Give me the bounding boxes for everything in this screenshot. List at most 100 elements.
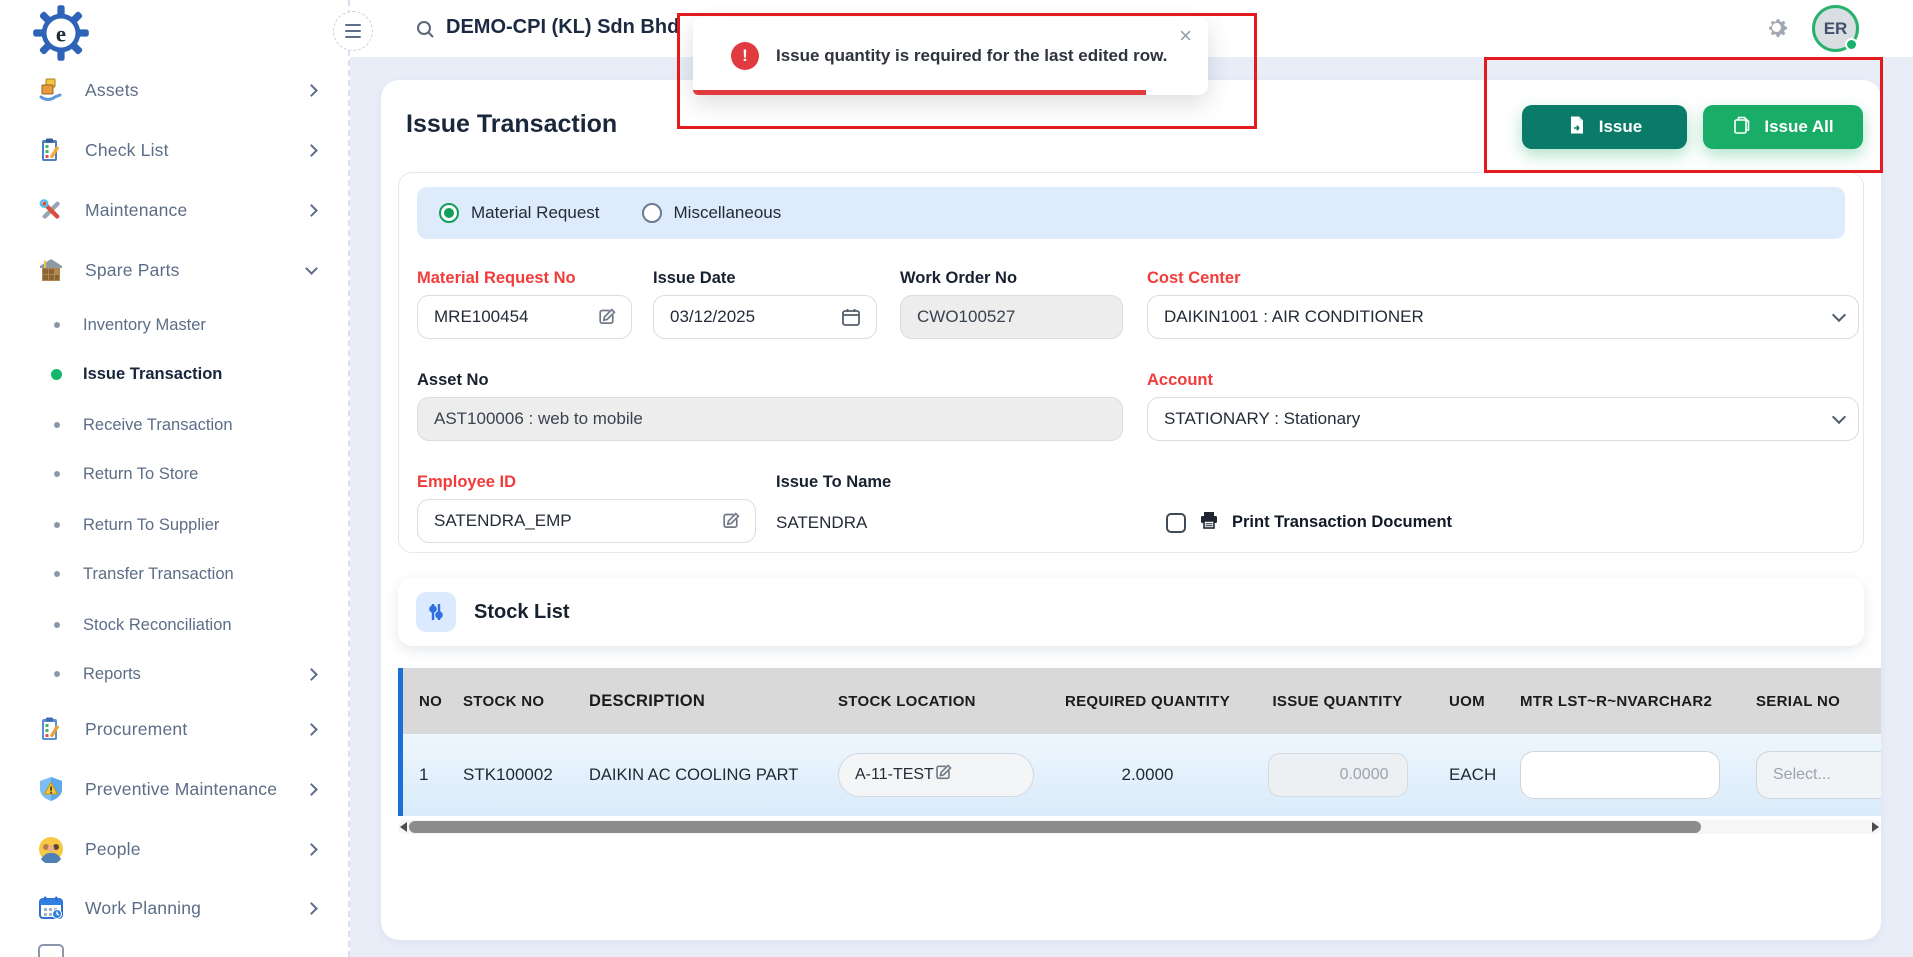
col-issue-quantity: ISSUE QUANTITY [1250, 668, 1425, 734]
active-dot-icon [51, 369, 62, 380]
sidebar-item-procurement[interactable]: Procurement [0, 709, 350, 749]
cell-stock-no: STK100002 [455, 734, 575, 816]
print-transaction-checkbox-row[interactable]: Print Transaction Document [1166, 509, 1452, 536]
sidebar: e Assets [0, 0, 350, 957]
col-uom: UOM [1425, 668, 1500, 734]
serial-no-select[interactable]: Select... [1756, 751, 1881, 799]
bullet-icon [54, 522, 60, 528]
account-select[interactable]: STATIONARY : Stationary [1147, 397, 1859, 441]
edit-icon[interactable] [721, 511, 741, 531]
col-serial-no: SERIAL NO [1740, 668, 1881, 734]
sidebar-item-issue-transaction[interactable]: Issue Transaction [0, 356, 350, 392]
cost-center-select[interactable]: DAIKIN1001 : AIR CONDITIONER [1147, 295, 1859, 339]
close-icon[interactable]: × [1179, 25, 1192, 47]
sidebar-item-people[interactable]: People [0, 829, 350, 869]
sidebar-item-receive-transaction[interactable]: Receive Transaction [0, 407, 350, 443]
cell-description: DAIKIN AC COOLING PART [575, 734, 830, 816]
horizontal-scrollbar[interactable] [398, 820, 1881, 834]
chevron-right-icon [305, 204, 318, 217]
chevron-right-icon [305, 783, 318, 796]
mtr-input[interactable] [1537, 766, 1705, 784]
issue-to-name-value: SATENDRA [776, 513, 867, 533]
procurement-icon [36, 714, 66, 744]
chevron-right-icon [305, 902, 318, 915]
edit-icon[interactable] [934, 763, 953, 787]
sidebar-item-check-list[interactable]: Check List [0, 130, 350, 170]
cell-no: 1 [403, 734, 455, 816]
sidebar-item-preventive-maintenance[interactable]: Preventive Maintenance [0, 769, 350, 809]
error-toast: ! Issue quantity is required for the las… [693, 17, 1208, 95]
bullet-icon [54, 571, 60, 577]
search-icon[interactable] [414, 18, 436, 45]
sidebar-item-assets[interactable]: Assets [0, 70, 350, 110]
radio-unselected-icon [642, 203, 662, 223]
hamburger-icon [345, 24, 361, 26]
svg-text:e: e [56, 21, 66, 46]
chevron-down-icon [305, 262, 318, 275]
sidebar-item-spare-parts[interactable]: Spare Parts [0, 250, 350, 290]
material-request-no-label: Material Request No [417, 269, 576, 288]
bullet-icon [54, 671, 60, 677]
table-row: 1 STK100002 DAIKIN AC COOLING PART A-11-… [403, 734, 1881, 816]
company-name[interactable]: DEMO-CPI (KL) Sdn Bhd [446, 16, 679, 39]
radio-selected-icon [439, 203, 459, 223]
sidebar-item-inventory-master[interactable]: Inventory Master [0, 307, 350, 343]
issue-date-field[interactable] [653, 295, 877, 339]
employee-id-label: Employee ID [417, 473, 516, 492]
bullet-icon [54, 422, 60, 428]
checkbox-unchecked[interactable] [1166, 513, 1186, 533]
sidebar-item-partial-icon [38, 944, 64, 957]
issue-doc-icon [1567, 115, 1587, 140]
error-icon: ! [731, 42, 759, 70]
transaction-type-band: Material Request Miscellaneous [417, 187, 1845, 239]
employee-id-field[interactable] [417, 499, 756, 543]
account-label: Account [1147, 371, 1213, 390]
stock-location-field[interactable]: A-11-TEST [838, 753, 1034, 797]
issue-quantity-input[interactable] [1285, 766, 1393, 784]
sidebar-item-return-to-supplier[interactable]: Return To Supplier [0, 507, 350, 543]
cell-required-quantity: 2.0000 [1045, 734, 1250, 816]
check-list-icon [36, 135, 66, 165]
sidebar-item-maintenance[interactable]: Maintenance [0, 190, 350, 230]
sidebar-item-return-to-store[interactable]: Return To Store [0, 456, 350, 492]
col-stock-location: STOCK LOCATION [830, 668, 1045, 734]
toast-message: Issue quantity is required for the last … [776, 46, 1167, 66]
sidebar-item-stock-reconciliation[interactable]: Stock Reconciliation [0, 607, 350, 643]
sidebar-toggle-button[interactable] [333, 11, 373, 51]
stock-list-icon [416, 592, 456, 632]
work-planning-icon [36, 893, 66, 923]
col-required-quantity: REQUIRED QUANTITY [1045, 668, 1250, 734]
chevron-right-icon [305, 668, 318, 681]
page-title: Issue Transaction [406, 110, 617, 139]
col-description: DESCRIPTION [575, 668, 830, 734]
radio-material-request[interactable]: Material Request [439, 203, 600, 223]
chevron-down-icon [1834, 314, 1844, 320]
mtr-field[interactable] [1520, 751, 1720, 799]
settings-gear-icon[interactable] [1763, 14, 1790, 46]
issue-date-input[interactable] [670, 307, 840, 327]
scroll-left-arrow-icon[interactable] [400, 822, 407, 832]
sidebar-item-work-planning[interactable]: Work Planning [0, 888, 350, 928]
chevron-right-icon [305, 723, 318, 736]
stock-list-title: Stock List [474, 601, 570, 624]
scrollbar-thumb[interactable] [409, 821, 1701, 833]
cell-mtr [1500, 734, 1740, 816]
issue-quantity-field[interactable] [1268, 753, 1408, 797]
issue-button[interactable]: Issue [1522, 105, 1687, 149]
calendar-icon[interactable] [840, 306, 862, 328]
sidebar-item-transfer-transaction[interactable]: Transfer Transaction [0, 556, 350, 592]
scroll-right-arrow-icon[interactable] [1872, 822, 1879, 832]
material-request-no-field[interactable] [417, 295, 632, 339]
cell-serial-no: Select... [1740, 734, 1881, 816]
material-request-no-input[interactable] [434, 307, 597, 327]
sidebar-item-reports[interactable]: Reports [0, 656, 350, 692]
avatar[interactable]: ER [1812, 5, 1859, 52]
col-no: NO [403, 668, 455, 734]
stock-table: NO STOCK NO DESCRIPTION STOCK LOCATION R… [398, 668, 1881, 816]
edit-icon[interactable] [597, 307, 617, 327]
radio-miscellaneous[interactable]: Miscellaneous [642, 203, 782, 223]
issue-all-button[interactable]: Issue All [1703, 105, 1863, 149]
maintenance-icon [36, 195, 66, 225]
employee-id-input[interactable] [434, 511, 721, 531]
app-logo-icon[interactable]: e [32, 4, 90, 62]
